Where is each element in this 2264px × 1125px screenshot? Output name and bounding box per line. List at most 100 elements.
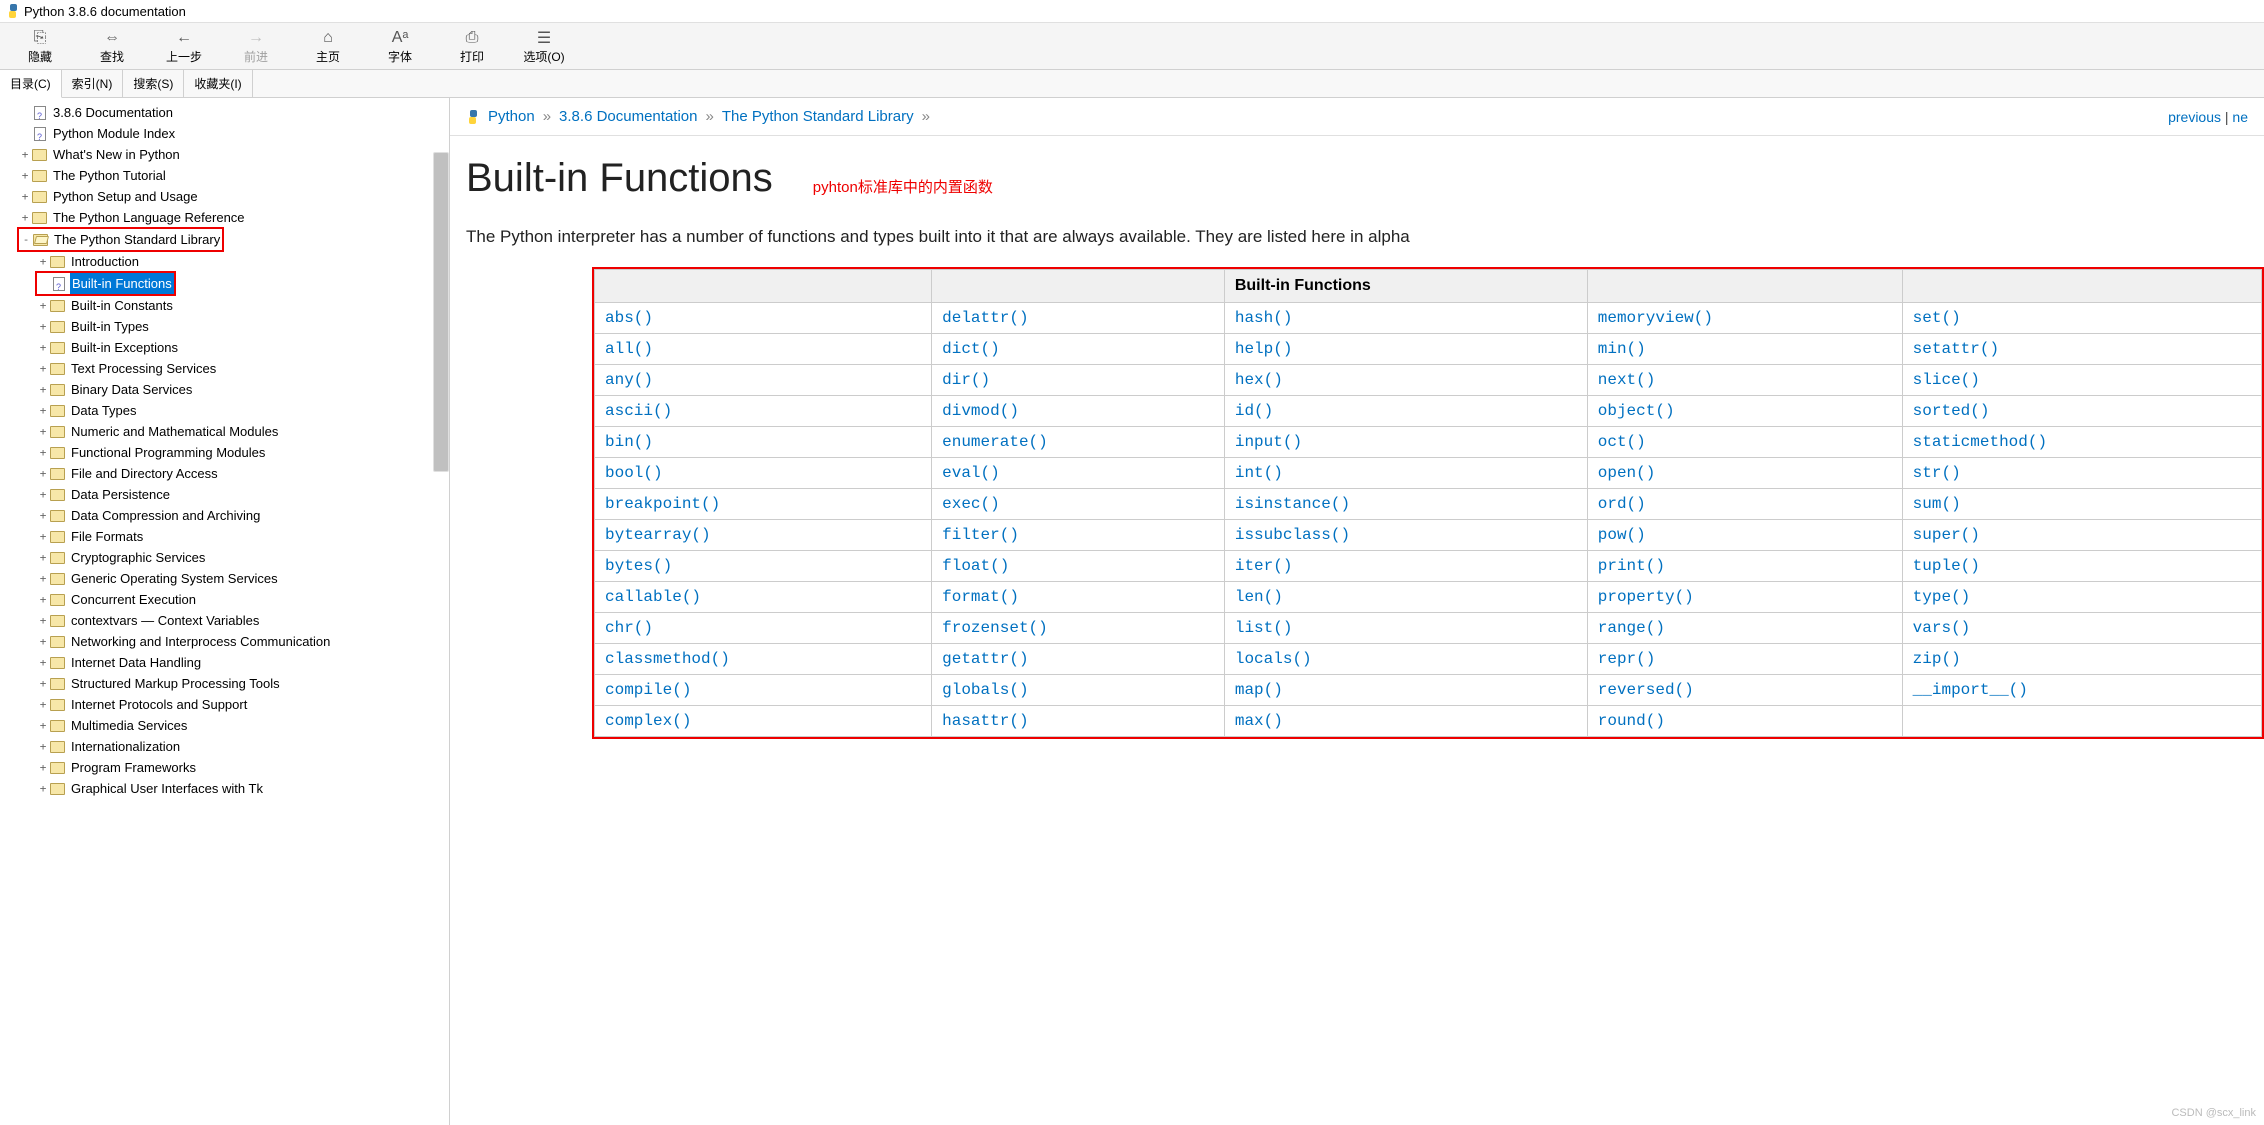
sidebar-scrollbar[interactable] xyxy=(433,152,449,472)
expand-icon[interactable]: + xyxy=(36,757,50,778)
tree-item[interactable]: +Internationalization xyxy=(0,736,449,757)
expand-icon[interactable]: + xyxy=(36,379,50,400)
function-link[interactable]: getattr() xyxy=(942,650,1028,668)
function-link[interactable]: print() xyxy=(1598,557,1665,575)
function-link[interactable]: str() xyxy=(1913,464,1961,482)
tree-item[interactable]: +Structured Markup Processing Tools xyxy=(0,673,449,694)
tree-item[interactable]: +Binary Data Services xyxy=(0,379,449,400)
tree-item[interactable]: +Data Types xyxy=(0,400,449,421)
expand-icon[interactable]: + xyxy=(36,442,50,463)
function-link[interactable]: isinstance() xyxy=(1235,495,1350,513)
tree-item[interactable]: +Concurrent Execution xyxy=(0,589,449,610)
function-link[interactable]: dir() xyxy=(942,371,990,389)
expand-icon[interactable]: - xyxy=(19,229,33,250)
expand-icon[interactable]: + xyxy=(36,316,50,337)
expand-icon[interactable]: + xyxy=(18,186,32,207)
function-link[interactable]: bytes() xyxy=(605,557,672,575)
tree-item[interactable]: +Multimedia Services xyxy=(0,715,449,736)
function-link[interactable]: complex() xyxy=(605,712,691,730)
tree-item[interactable]: +Text Processing Services xyxy=(0,358,449,379)
expand-icon[interactable]: + xyxy=(36,526,50,547)
function-link[interactable]: eval() xyxy=(942,464,1000,482)
function-link[interactable]: id() xyxy=(1235,402,1273,420)
function-link[interactable]: dict() xyxy=(942,340,1000,358)
function-link[interactable]: len() xyxy=(1235,588,1283,606)
breadcrumb-link[interactable]: Python xyxy=(488,108,535,125)
function-link[interactable]: help() xyxy=(1235,340,1293,358)
font-button[interactable]: Aᵃ字体 xyxy=(364,23,436,69)
function-link[interactable]: property() xyxy=(1598,588,1694,606)
function-link[interactable]: type() xyxy=(1913,588,1971,606)
home-button[interactable]: ⌂主页 xyxy=(292,23,364,69)
function-link[interactable]: sum() xyxy=(1913,495,1961,513)
expand-icon[interactable]: + xyxy=(36,421,50,442)
function-link[interactable]: next() xyxy=(1598,371,1656,389)
function-link[interactable]: all() xyxy=(605,340,653,358)
expand-icon[interactable]: + xyxy=(36,736,50,757)
back-button[interactable]: ←上一步 xyxy=(148,23,220,69)
function-link[interactable]: bool() xyxy=(605,464,663,482)
function-link[interactable]: callable() xyxy=(605,588,701,606)
tree-item[interactable]: +Program Frameworks xyxy=(0,757,449,778)
function-link[interactable]: delattr() xyxy=(942,309,1028,327)
tab-favorites[interactable]: 收藏夹(I) xyxy=(184,70,252,98)
tree-item[interactable]: +Built-in Types xyxy=(0,316,449,337)
function-link[interactable]: compile() xyxy=(605,681,691,699)
function-link[interactable]: exec() xyxy=(942,495,1000,513)
function-link[interactable]: ord() xyxy=(1598,495,1646,513)
tree-item[interactable]: +Generic Operating System Services xyxy=(0,568,449,589)
tree-item[interactable]: +Internet Data Handling xyxy=(0,652,449,673)
expand-icon[interactable]: + xyxy=(36,505,50,526)
expand-icon[interactable]: + xyxy=(18,144,32,165)
tree-item[interactable]: +Python Setup and Usage xyxy=(0,186,449,207)
expand-icon[interactable]: + xyxy=(18,165,32,186)
function-link[interactable]: classmethod() xyxy=(605,650,730,668)
tree-item[interactable]: +File and Directory Access xyxy=(0,463,449,484)
function-link[interactable]: breakpoint() xyxy=(605,495,720,513)
function-link[interactable]: __import__() xyxy=(1913,681,2028,699)
function-link[interactable]: set() xyxy=(1913,309,1961,327)
find-button[interactable]: ⇔查找 xyxy=(76,23,148,69)
function-link[interactable]: int() xyxy=(1235,464,1283,482)
tree-item[interactable]: +Internet Protocols and Support xyxy=(0,694,449,715)
tree-item[interactable]: 3.8.6 Documentation xyxy=(0,102,449,123)
function-link[interactable]: oct() xyxy=(1598,433,1646,451)
function-link[interactable]: enumerate() xyxy=(942,433,1048,451)
breadcrumb-link[interactable]: The Python Standard Library xyxy=(722,108,914,125)
expand-icon[interactable]: + xyxy=(36,251,50,272)
function-link[interactable]: repr() xyxy=(1598,650,1656,668)
function-link[interactable]: vars() xyxy=(1913,619,1971,637)
function-link[interactable]: divmod() xyxy=(942,402,1019,420)
function-link[interactable]: bytearray() xyxy=(605,526,711,544)
tree-item[interactable]: Python Module Index xyxy=(0,123,449,144)
tree-item[interactable]: +What's New in Python xyxy=(0,144,449,165)
tree-item[interactable]: +The Python Language Reference xyxy=(0,207,449,228)
expand-icon[interactable]: + xyxy=(36,358,50,379)
tree-item[interactable]: +Introduction xyxy=(0,251,449,272)
function-link[interactable]: sorted() xyxy=(1913,402,1990,420)
expand-icon[interactable]: + xyxy=(36,715,50,736)
function-link[interactable]: range() xyxy=(1598,619,1665,637)
function-link[interactable]: open() xyxy=(1598,464,1656,482)
function-link[interactable]: hasattr() xyxy=(942,712,1028,730)
function-link[interactable]: list() xyxy=(1235,619,1293,637)
expand-icon[interactable]: + xyxy=(36,589,50,610)
tree-item[interactable]: +Cryptographic Services xyxy=(0,547,449,568)
expand-icon[interactable]: + xyxy=(18,207,32,228)
function-link[interactable]: memoryview() xyxy=(1598,309,1713,327)
function-link[interactable]: object() xyxy=(1598,402,1675,420)
function-link[interactable]: super() xyxy=(1913,526,1980,544)
tree-item[interactable]: +File Formats xyxy=(0,526,449,547)
function-link[interactable]: globals() xyxy=(942,681,1028,699)
function-link[interactable]: frozenset() xyxy=(942,619,1048,637)
function-link[interactable]: slice() xyxy=(1913,371,1980,389)
tree-item[interactable]: +Numeric and Mathematical Modules xyxy=(0,421,449,442)
tree-item[interactable]: +Networking and Interprocess Communicati… xyxy=(0,631,449,652)
tree-item[interactable]: +Functional Programming Modules xyxy=(0,442,449,463)
expand-icon[interactable]: + xyxy=(36,295,50,316)
expand-icon[interactable]: + xyxy=(36,631,50,652)
function-link[interactable]: staticmethod() xyxy=(1913,433,2047,451)
function-link[interactable]: reversed() xyxy=(1598,681,1694,699)
tab-contents[interactable]: 目录(C) xyxy=(0,70,62,98)
breadcrumb-link[interactable]: 3.8.6 Documentation xyxy=(559,108,697,125)
